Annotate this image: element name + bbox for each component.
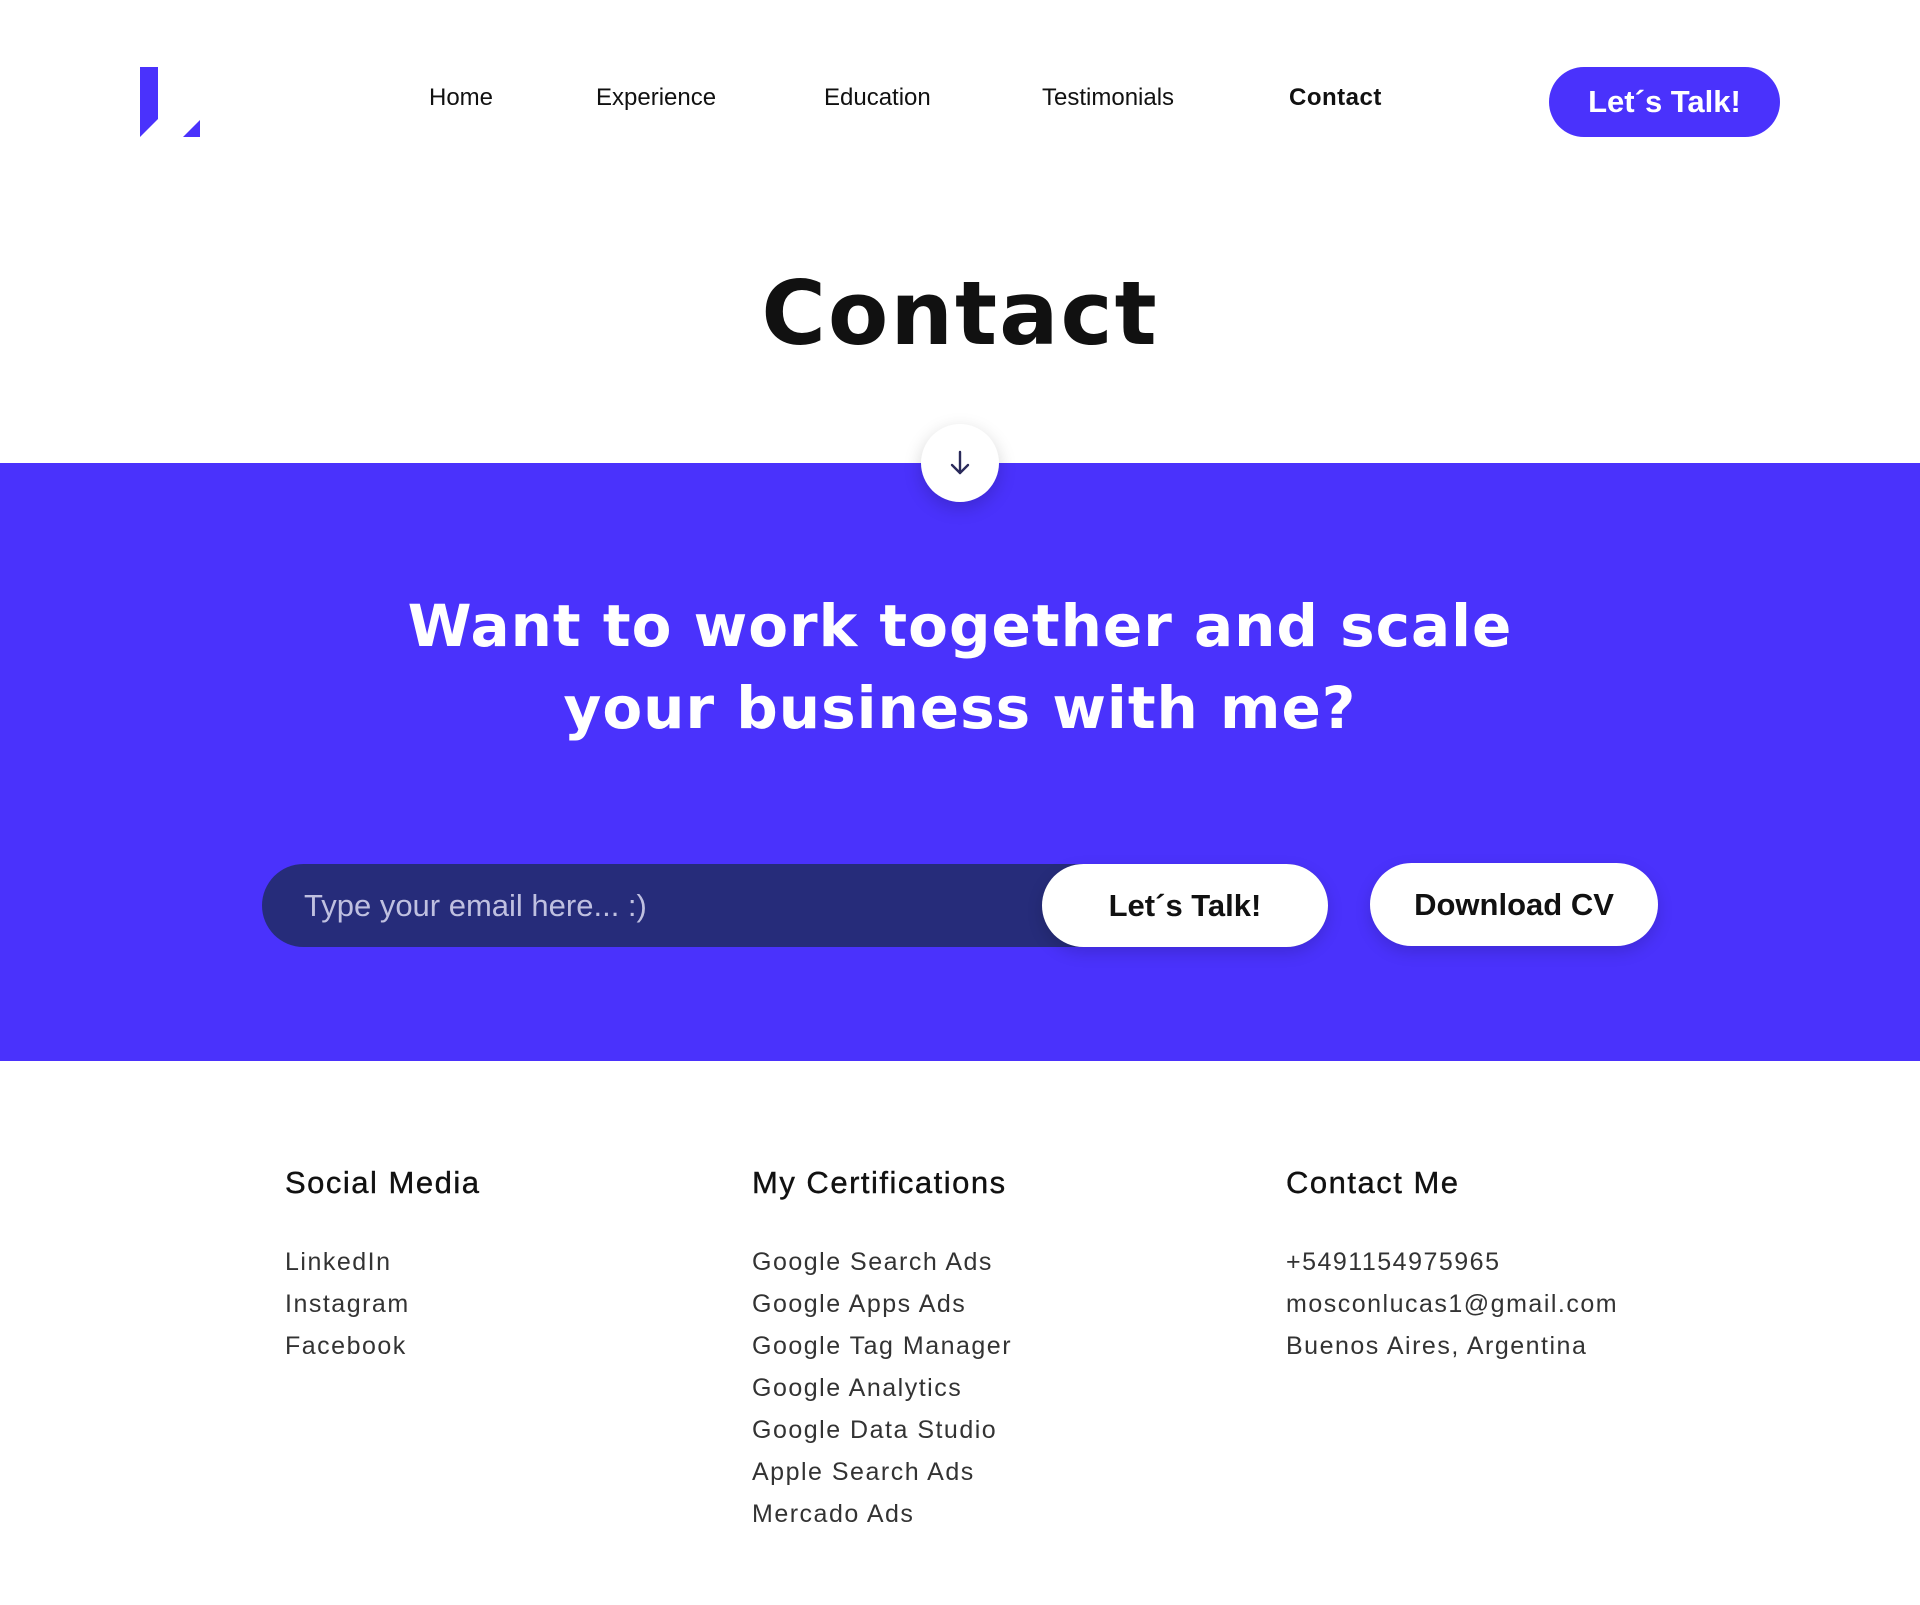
page: Home Experience Education Testimonials C… [0,0,1920,1605]
download-cv-button[interactable]: Download CV [1370,863,1658,946]
certification-item: Mercado Ads [752,1500,915,1528]
scroll-down-button[interactable] [921,424,999,502]
lets-talk-submit-button[interactable]: Let´s Talk! [1042,864,1328,947]
cta-headline: Want to work together and scale your bus… [0,585,1920,749]
email-form: Let´s Talk! [262,864,1328,947]
social-media-column: Social Media LinkedIn Instagram Facebook [285,1165,480,1367]
certification-item: Google Apps Ads [752,1290,967,1318]
social-link-instagram[interactable]: Instagram [285,1283,480,1325]
email-input[interactable] [304,864,1044,947]
certifications-column: My Certifications Google Search Ads Goog… [752,1165,1012,1535]
nav-home[interactable]: Home [429,84,493,112]
lets-talk-header-button[interactable]: Let´s Talk! [1549,67,1780,137]
contact-location: Buenos Aires, Argentina [1286,1332,1588,1360]
certification-item: Google Tag Manager [752,1332,1013,1360]
contact-cta-band [0,463,1920,1061]
page-title: Contact [761,262,1159,365]
certification-item: Google Search Ads [752,1248,993,1276]
social-link-linkedin[interactable]: LinkedIn [285,1241,480,1283]
contact-me-column: Contact Me +5491154975965 mosconlucas1@g… [1286,1165,1618,1367]
social-media-title: Social Media [285,1165,481,1200]
social-link-facebook[interactable]: Facebook [285,1325,480,1367]
cta-headline-line-2: your business with me? [563,674,1357,742]
certification-item: Apple Search Ads [752,1458,975,1486]
certifications-title: My Certifications [752,1165,1007,1200]
nav-testimonials[interactable]: Testimonials [1042,84,1174,112]
nav-education[interactable]: Education [824,84,931,112]
contact-me-title: Contact Me [1286,1165,1460,1200]
contact-email[interactable]: mosconlucas1@gmail.com [1286,1283,1618,1325]
contact-phone[interactable]: +5491154975965 [1286,1241,1618,1283]
arrow-down-icon [950,450,970,475]
certification-item: Google Analytics [752,1374,963,1402]
cta-headline-line-1: Want to work together and scale [407,592,1513,660]
certification-item: Google Data Studio [752,1416,998,1444]
nav-contact[interactable]: Contact [1289,84,1382,112]
nav-experience[interactable]: Experience [596,84,716,112]
